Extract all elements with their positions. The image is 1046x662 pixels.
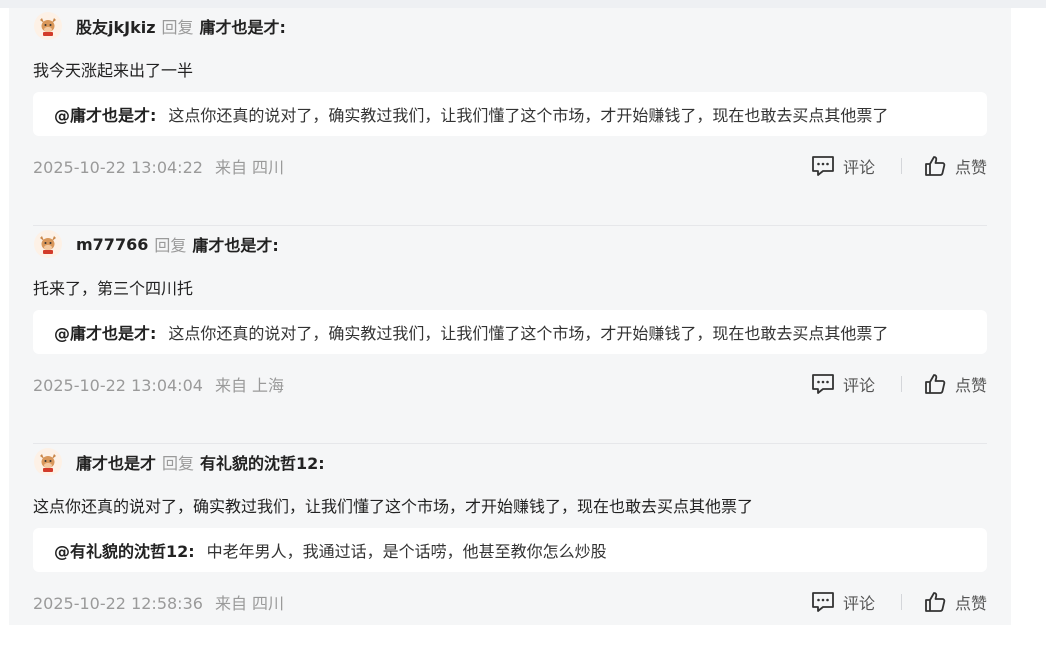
quoted-text: 这点你还真的说对了，确实教过我们，让我们懂了这个市场，才开始赚钱了，现在也敢去买… (168, 324, 889, 343)
reply-target[interactable]: 有礼貌的沈哲12: (200, 450, 325, 474)
quoted-username[interactable]: @庸才也是才: (54, 320, 156, 344)
cow-avatar-icon[interactable] (34, 230, 62, 258)
cow-avatar-icon[interactable] (34, 448, 62, 476)
reply-actions: 评论 点赞 (811, 371, 987, 397)
reply-location: 来自 上海 (214, 376, 285, 395)
like-label: 点赞 (954, 594, 987, 613)
comment-icon (812, 592, 834, 612)
comment-icon (812, 156, 834, 176)
thumbs-up-icon (925, 592, 946, 612)
reply-location: 来自 四川 (214, 158, 285, 177)
thumbs-up-icon (925, 156, 946, 176)
thumbs-up-icon (925, 374, 946, 394)
reply-item: 庸才也是才 回复 有礼貌的沈哲12: 这点你还真的说对了，确实教过我们，让我们懂… (33, 444, 987, 662)
like-button[interactable]: 点赞 (923, 590, 987, 614)
reply-meta: 2025-10-22 12:58:36 来自 四川 (33, 590, 284, 614)
top-strip (0, 0, 1046, 8)
action-divider (900, 594, 902, 610)
reply-item: m77766 回复 庸才也是才: 托来了，第三个四川托 @庸才也是才: 这点你还… (33, 226, 987, 444)
quoted-text: 这点你还真的说对了，确实教过我们，让我们懂了这个市场，才开始赚钱了，现在也敢去买… (168, 106, 889, 125)
reply-meta: 2025-10-22 13:04:22 来自 四川 (33, 154, 284, 178)
reply-time: 2025-10-22 13:04:04 (33, 376, 203, 395)
reply-actions: 评论 点赞 (811, 589, 987, 615)
action-divider (900, 376, 902, 392)
like-label: 点赞 (954, 376, 987, 395)
quoted-reply: @庸才也是才: 这点你还真的说对了，确实教过我们，让我们懂了这个市场，才开始赚钱… (33, 310, 987, 354)
comment-button[interactable]: 评论 (811, 154, 875, 178)
like-button[interactable]: 点赞 (923, 372, 987, 396)
reply-meta: 2025-10-22 13:04:04 来自 上海 (33, 372, 284, 396)
action-divider (900, 158, 902, 174)
comment-label: 评论 (842, 594, 875, 613)
replies-panel: 股友jkJkiz 回复 庸才也是才: 我今天涨起来出了一半 @庸才也是才: 这点… (9, 8, 1011, 625)
reply-item: 股友jkJkiz 回复 庸才也是才: 我今天涨起来出了一半 @庸才也是才: 这点… (33, 8, 987, 226)
reply-header: 庸才也是才 回复 有礼貌的沈哲12: (33, 447, 325, 477)
reply-word: 回复 (162, 454, 195, 473)
quoted-text: 中老年男人，我通过话，是个话唠，他甚至教你怎么炒股 (206, 542, 607, 561)
reply-content: 托来了，第三个四川托 (33, 279, 194, 298)
like-button[interactable]: 点赞 (923, 154, 987, 178)
reply-word: 回复 (161, 18, 194, 37)
reply-time: 2025-10-22 12:58:36 (33, 594, 203, 613)
reply-time: 2025-10-22 13:04:22 (33, 158, 203, 177)
reply-username[interactable]: 庸才也是才 (76, 450, 156, 474)
quoted-username[interactable]: @庸才也是才: (54, 102, 156, 126)
comment-button[interactable]: 评论 (811, 372, 875, 396)
cow-avatar-icon[interactable] (34, 12, 62, 40)
reply-content: 我今天涨起来出了一半 (33, 61, 194, 80)
reply-header: 股友jkJkiz 回复 庸才也是才: (33, 11, 286, 41)
quoted-reply: @有礼貌的沈哲12: 中老年男人，我通过话，是个话唠，他甚至教你怎么炒股 (33, 528, 987, 572)
reply-username[interactable]: m77766 (76, 235, 148, 254)
reply-target[interactable]: 庸才也是才: (200, 14, 286, 38)
reply-header: m77766 回复 庸才也是才: (33, 229, 279, 259)
reply-username[interactable]: 股友jkJkiz (76, 14, 156, 38)
comment-icon (812, 374, 834, 394)
comment-button[interactable]: 评论 (811, 590, 875, 614)
reply-target[interactable]: 庸才也是才: (192, 232, 278, 256)
reply-content: 这点你还真的说对了，确实教过我们，让我们懂了这个市场，才开始赚钱了，现在也敢去买… (33, 497, 754, 516)
like-label: 点赞 (954, 158, 987, 177)
comment-label: 评论 (842, 158, 875, 177)
reply-actions: 评论 点赞 (811, 153, 987, 179)
quoted-username[interactable]: @有礼貌的沈哲12: (54, 538, 195, 562)
quoted-reply: @庸才也是才: 这点你还真的说对了，确实教过我们，让我们懂了这个市场，才开始赚钱… (33, 92, 987, 136)
comment-label: 评论 (842, 376, 875, 395)
reply-word: 回复 (154, 236, 187, 255)
reply-location: 来自 四川 (214, 594, 285, 613)
